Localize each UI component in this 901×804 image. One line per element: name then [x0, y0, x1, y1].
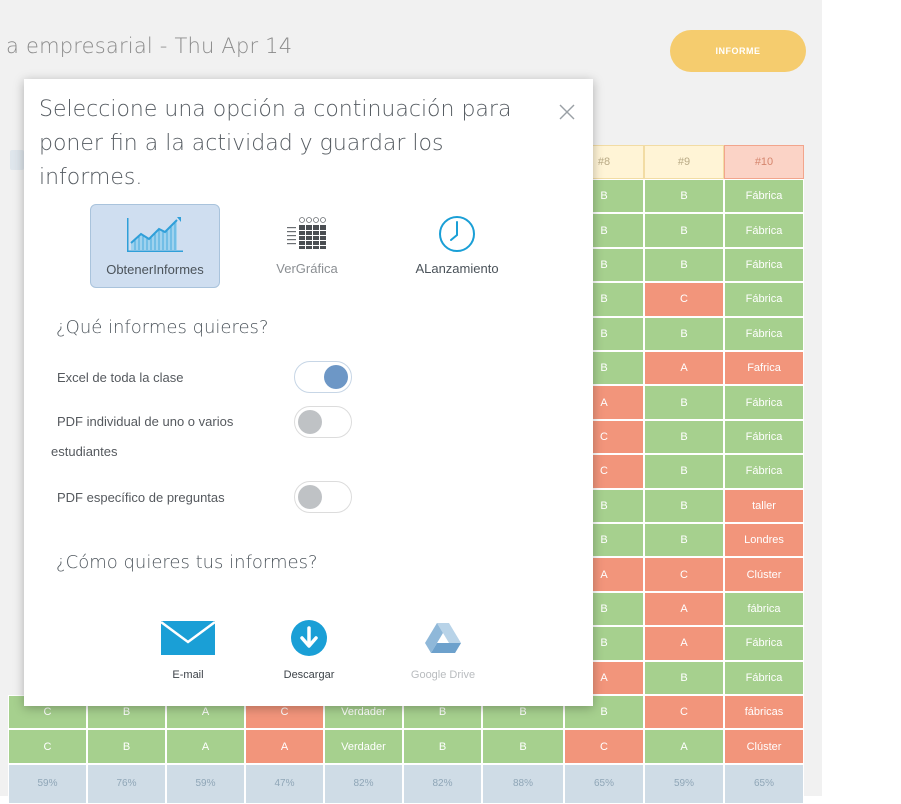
grid-cell: A	[644, 729, 724, 764]
percentage-cell: 82%	[403, 763, 482, 804]
grid-cell: A	[166, 729, 245, 764]
grid-cell: B	[644, 213, 724, 248]
grid-cell: B	[644, 179, 724, 214]
chart-trend-icon	[127, 217, 183, 252]
grid-cell: A	[644, 626, 724, 661]
toggle-knob	[324, 365, 348, 389]
reports-section-title: ¿Qué informes quieres?	[56, 317, 269, 338]
percentage-cell: 88%	[482, 763, 564, 804]
grid-cell: Fábrica	[724, 247, 804, 283]
toggle-label-pdf-individual: PDF individual de uno o varios	[57, 414, 234, 429]
grid-cell: B	[644, 247, 724, 283]
grid-cell: Verdader	[324, 729, 403, 764]
download-button[interactable]: Descargar	[254, 619, 364, 689]
option-get-reports[interactable]: ObtenerInformes	[90, 204, 220, 288]
toggle-knob	[298, 410, 322, 434]
toggle-label-pdf-individual-line2: estudiantes	[51, 444, 118, 459]
percentage-cell: 59%	[644, 763, 724, 804]
option-label: ALanzamiento	[415, 261, 499, 276]
grid-cell: B	[87, 729, 166, 764]
grid-cell: B	[644, 419, 724, 455]
column-header: #10	[724, 145, 804, 179]
envelope-icon	[160, 620, 216, 655]
grid-cell: C	[564, 729, 644, 764]
google-drive-button[interactable]: Google Drive	[388, 619, 498, 689]
grid-cell: B	[644, 316, 724, 351]
grid-cell: Fábrica	[724, 179, 804, 214]
grid-cell: Clúster	[724, 557, 804, 592]
option-view-chart[interactable]: VerGráfica	[242, 204, 372, 288]
export-label: Google Drive	[410, 669, 476, 681]
export-label: E-mail	[172, 669, 204, 681]
grid-cell: A	[245, 729, 324, 764]
option-label: VerGráfica	[276, 261, 338, 276]
grid-cell: Fafrica	[724, 351, 804, 386]
percentage-cell: 47%	[245, 763, 324, 804]
grid-cell: Londres	[724, 523, 804, 558]
percentage-cell: 65%	[724, 763, 804, 804]
close-icon[interactable]	[558, 103, 576, 121]
grid-cell: C	[8, 729, 87, 764]
export-label: Descargar	[283, 669, 335, 681]
clock-icon	[439, 216, 475, 252]
toggle-label-excel: Excel de toda la clase	[57, 370, 184, 385]
google-drive-icon	[425, 623, 461, 653]
grid-cell: Fábrica	[724, 385, 804, 420]
right-margin	[822, 0, 901, 796]
grid-cell: Fábrica	[724, 419, 804, 455]
grid-cell: A	[644, 351, 724, 386]
option-label: ObtenerInformes	[106, 262, 204, 277]
informe-button[interactable]: INFORME	[670, 30, 806, 72]
grid-chart-icon	[287, 217, 326, 249]
percentage-cell: 59%	[166, 763, 245, 804]
grid-cell: Fábrica	[724, 213, 804, 248]
grid-cell: B	[644, 523, 724, 558]
export-email-button[interactable]: E-mail	[133, 619, 243, 689]
modal-title: Seleccione una opción a continuación par…	[39, 97, 512, 190]
grid-cell: C	[644, 282, 724, 317]
grid-cell: B	[403, 729, 482, 764]
toggle-excel[interactable]	[294, 361, 352, 393]
grid-cell: Fábrica	[724, 316, 804, 351]
toggle-knob	[298, 485, 322, 509]
toggle-pdf-questions[interactable]	[294, 481, 352, 513]
sort-dropdown-stub[interactable]	[10, 150, 24, 170]
grid-cell: Fábrica	[724, 282, 804, 317]
option-relaunch[interactable]: ALanzamiento	[392, 204, 522, 288]
grid-cell: Clúster	[724, 729, 804, 764]
end-activity-modal: Seleccione una opción a continuación par…	[24, 79, 593, 706]
grid-cell: Fábrica	[724, 454, 804, 489]
grid-cell: fábricas	[724, 695, 804, 730]
grid-cell: fábrica	[724, 591, 804, 627]
toggle-pdf-individual[interactable]	[294, 406, 352, 438]
percentage-cell: 59%	[8, 763, 87, 804]
grid-cell: B	[644, 454, 724, 489]
percentage-cell: 65%	[564, 763, 644, 804]
percentage-cell: 82%	[324, 763, 403, 804]
grid-cell: A	[644, 591, 724, 627]
grid-cell: B	[644, 488, 724, 523]
download-icon	[291, 620, 327, 656]
grid-cell: C	[644, 557, 724, 592]
percentage-cell: 76%	[87, 763, 166, 804]
grid-cell: B	[644, 385, 724, 420]
grid-cell: B	[644, 660, 724, 695]
grid-cell: Fábrica	[724, 660, 804, 695]
grid-cell: C	[644, 695, 724, 730]
delivery-section-title: ¿Cómo quieres tus informes?	[56, 552, 318, 573]
page-title: a empresarial - Thu Apr 14	[6, 34, 293, 58]
toggle-label-pdf-questions: PDF específico de preguntas	[57, 490, 225, 505]
grid-cell: Fábrica	[724, 626, 804, 661]
grid-cell: B	[482, 729, 564, 764]
column-header: #9	[644, 145, 724, 179]
grid-cell: taller	[724, 488, 804, 523]
